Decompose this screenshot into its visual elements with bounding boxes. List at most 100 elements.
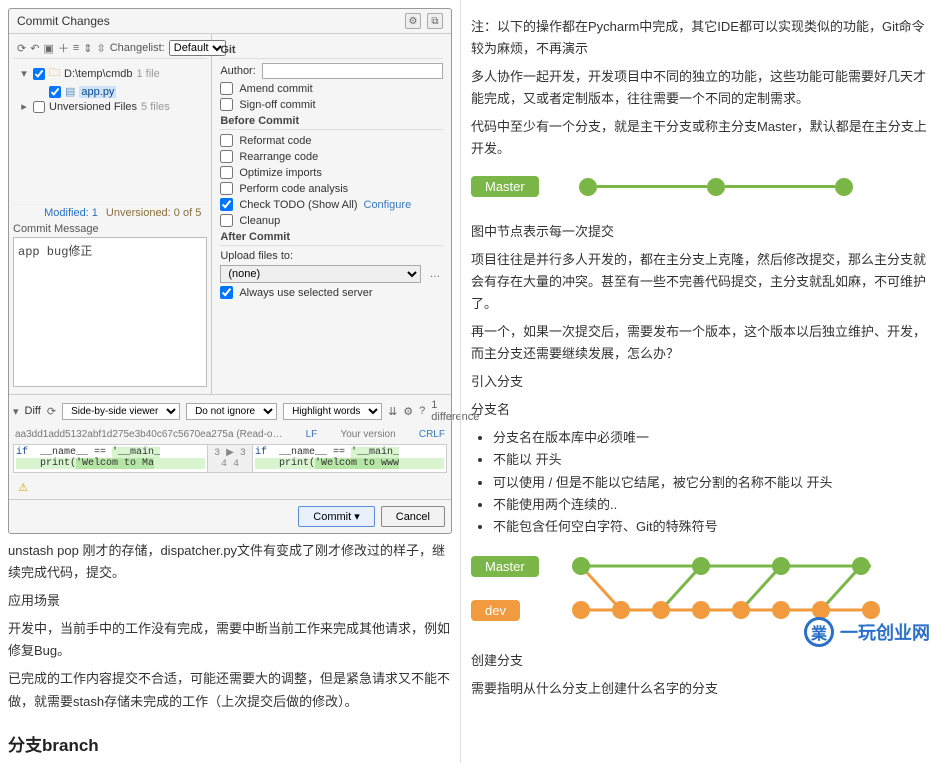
diff-left-pane[interactable]: if if __name__ == '__main_ __name__ == '… [14, 445, 207, 472]
root-checkbox[interactable] [33, 68, 45, 80]
signoff-label: Sign-off commit [239, 99, 315, 111]
paragraph: 图中节点表示每一次提交 [471, 221, 930, 243]
modified-count: Modified: 1 [44, 207, 98, 219]
todo-checkbox[interactable] [220, 198, 233, 211]
commit-button[interactable]: Commit ▾ [298, 506, 374, 527]
upload-more-icon[interactable]: … [427, 266, 443, 282]
changelist-label: Changelist: [110, 42, 165, 54]
python-file-icon: ▤ [65, 85, 75, 98]
gear-icon[interactable]: ⚙ [405, 13, 421, 29]
chevron-down-icon[interactable]: ▾ [13, 405, 19, 418]
todo-label: Check TODO (Show All) [239, 199, 357, 211]
paragraph: 项目往往是并行多人开发的，都在主分支上克隆，然后修改提交，那么主分支就会有存在大… [471, 249, 930, 315]
tree-file-row[interactable]: ▤ app.py [17, 84, 203, 99]
diff-help-icon[interactable]: ? [419, 403, 425, 419]
paragraph: 已完成的工作内容提交不合适，可能还需要大的调整，但是紧急请求又不能不做，就需要s… [8, 668, 452, 712]
list-item: 分支名在版本库中必须唯一 [493, 427, 930, 449]
cleanup-label: Cleanup [239, 215, 280, 227]
diff-gutter: 3 ▶ 3 4 4 [207, 445, 253, 472]
paragraph: 再一个，如果一次提交后，需要发布一个版本，这个版本以后独立维护、开发，而主分支还… [471, 321, 930, 365]
diff-highlight-select[interactable]: Highlight words [283, 403, 382, 420]
lf-indicator: LF [306, 429, 318, 440]
signoff-checkbox[interactable] [220, 98, 233, 111]
amend-checkbox[interactable] [220, 82, 233, 95]
author-input[interactable] [262, 63, 443, 79]
edge [597, 185, 707, 188]
chevron-down-icon[interactable]: ▾ [19, 67, 29, 80]
diff-meta-left: aa3dd1add5132abf1d275e3b40c67c5670ea275a… [15, 429, 282, 440]
group-icon[interactable]: ≡ [73, 40, 79, 56]
unversioned-count: 5 files [141, 101, 170, 113]
git-heading: Git [220, 44, 443, 59]
always-server-checkbox[interactable] [220, 286, 233, 299]
analysis-checkbox[interactable] [220, 182, 233, 195]
logo-icon: 業 [804, 617, 834, 647]
optimize-label: Optimize imports [239, 167, 322, 179]
options-panel: Git Author: Amend commit Sign-off commit… [212, 34, 451, 394]
tree-root-row[interactable]: ▾ 🗀 D:\temp\cmdb 1 file [17, 63, 203, 84]
changes-toolbar: ⟳ ↶ ▣ ＋ ≡ ⇕ ⇳ Changelist: Default [13, 38, 207, 59]
paragraph: 引入分支 [471, 371, 930, 393]
upload-label: Upload files to: [220, 250, 293, 262]
paragraph: 应用场景 [8, 590, 452, 612]
paragraph: unstash pop 刚才的存储，dispatcher.py文件有变成了刚才修… [8, 540, 452, 584]
paragraph: 代码中至少有一个分支，就是主干分支或称主分支Master，默认都是在主分支上开发… [471, 116, 930, 160]
file-name: app.py [79, 86, 116, 98]
tree-unversioned-row[interactable]: ▸ Unversioned Files 5 files [17, 99, 203, 114]
unversioned-status: Unversioned: 0 of 5 [106, 207, 201, 219]
crlf-indicator: CRLF [419, 429, 445, 440]
rearrange-label: Rearrange code [239, 151, 318, 163]
paragraph: 注：以下的操作都在Pycharm中完成，其它IDE都可以实现类似的功能，Git命… [471, 16, 930, 60]
commit-message-label: Commit Message [13, 221, 207, 237]
analysis-label: Perform code analysis [239, 183, 348, 195]
dev-label: dev [471, 600, 520, 621]
master-label: Master [471, 556, 539, 577]
warning-icon[interactable]: ⚠ [15, 479, 31, 495]
optimize-checkbox[interactable] [220, 166, 233, 179]
list-item: 不能以 开头 [493, 449, 930, 471]
rearrange-checkbox[interactable] [220, 150, 233, 163]
branch-name-rules: 分支名在版本库中必须唯一 不能以 开头 可以使用 / 但是不能以它结尾，被它分割… [493, 427, 930, 537]
dialog-button-row: Commit ▾ Cancel [9, 499, 451, 533]
diff-viewer-select[interactable]: Side-by-side viewer [62, 403, 180, 420]
refresh-icon[interactable]: ⟳ [17, 40, 26, 56]
new-changelist-icon[interactable]: ＋ [58, 40, 69, 56]
diff-toolbar: ▾ Diff ⟳ Side-by-side viewer Do not igno… [9, 394, 451, 427]
commit-node [707, 178, 725, 196]
root-count: 1 file [136, 68, 159, 80]
unversioned-checkbox[interactable] [33, 101, 45, 113]
cancel-button[interactable]: Cancel [381, 506, 445, 527]
master-linear-diagram: Master [471, 171, 930, 203]
upload-select[interactable]: (none) [220, 265, 421, 283]
root-path: D:\temp\cmdb [64, 68, 132, 80]
configure-link[interactable]: Configure [364, 199, 412, 211]
commit-message-input[interactable] [13, 237, 207, 387]
rollback-icon[interactable]: ↶ [30, 40, 39, 56]
chevron-right-icon[interactable]: ▸ [19, 100, 29, 113]
diff-refresh-icon[interactable]: ⟳ [47, 403, 56, 419]
reformat-checkbox[interactable] [220, 134, 233, 147]
edge [725, 185, 835, 188]
cleanup-checkbox[interactable] [220, 214, 233, 227]
master-label: Master [471, 176, 539, 197]
always-server-label: Always use selected server [239, 287, 372, 299]
before-commit-heading: Before Commit [220, 115, 443, 130]
diff-label: Diff [25, 405, 41, 417]
list-item: 不能包含任何空白字符、Git的特殊符号 [493, 516, 930, 538]
diff-right-pane[interactable]: if if __name__ == '__main_ __name__ == '… [253, 445, 446, 472]
diff-ignore-select[interactable]: Do not ignore [186, 403, 277, 420]
commit-dialog: Commit Changes ⚙ ⧉ ⟳ ↶ ▣ ＋ ≡ ⇕ ⇳ Changel… [8, 8, 452, 534]
diff-icon[interactable]: ▣ [43, 40, 53, 56]
file-checkbox[interactable] [49, 86, 61, 98]
logo-text: 一玩创业网 [840, 619, 930, 645]
diff-meta-right: Your version [340, 429, 395, 440]
pin-icon[interactable]: ⧉ [427, 13, 443, 29]
changes-panel: ⟳ ↶ ▣ ＋ ≡ ⇕ ⇳ Changelist: Default ▾ [9, 34, 212, 394]
collapse-icon[interactable]: ⇳ [96, 40, 105, 56]
after-commit-heading: After Commit [220, 231, 443, 246]
diff-settings-icon[interactable]: ⚙ [403, 403, 413, 419]
diff-collapse-icon[interactable]: ⇊ [388, 403, 397, 419]
dialog-title-text: Commit Changes [17, 14, 110, 28]
expand-icon[interactable]: ⇕ [83, 40, 92, 56]
paragraph: 多人协作一起开发，开发项目中不同的独立的功能，这些功能可能需要好几天才能完成，又… [471, 66, 930, 110]
